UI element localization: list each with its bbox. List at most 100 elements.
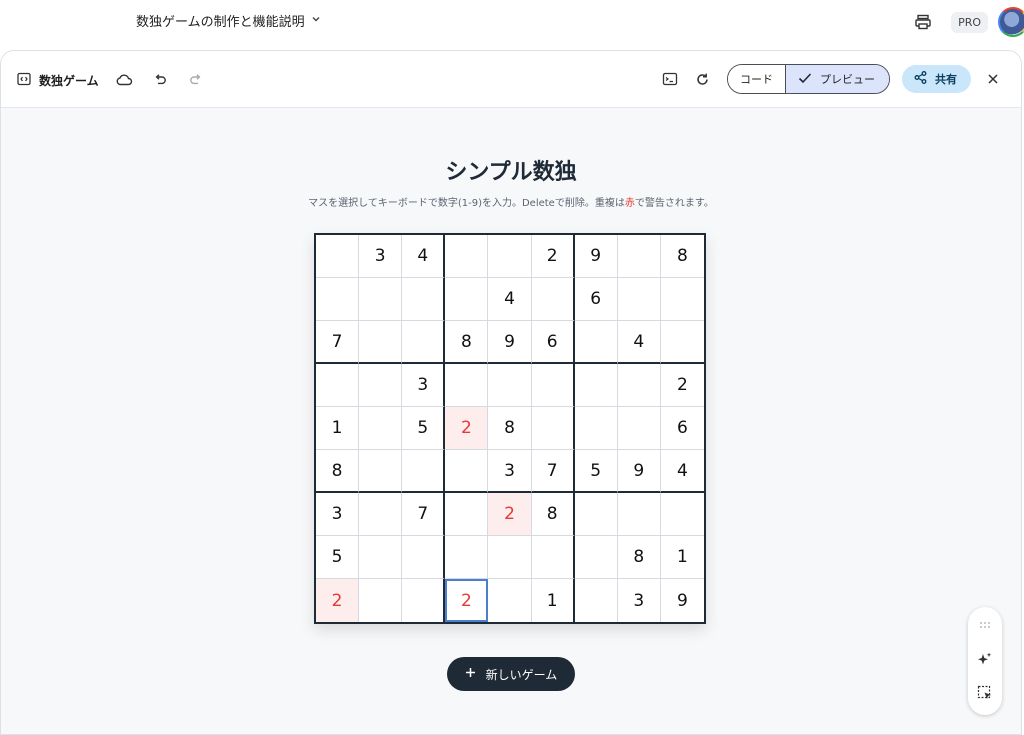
sudoku-cell[interactable]: 8 [660,235,704,278]
sudoku-cell[interactable]: 8 [445,321,489,364]
select-element-icon[interactable] [975,683,995,703]
new-game-label: 新しいゲーム [485,667,558,682]
new-game-button[interactable]: 新しいゲーム [447,657,575,691]
refresh-icon[interactable] [691,68,713,90]
sudoku-cell[interactable]: 9 [574,235,618,278]
sudoku-cell[interactable]: 7 [402,493,446,536]
sudoku-cell[interactable] [445,536,489,579]
sudoku-cell[interactable] [402,536,446,579]
sudoku-cell[interactable] [359,450,403,493]
sudoku-cell[interactable] [445,493,489,536]
sudoku-cell[interactable] [488,536,532,579]
sudoku-cell[interactable] [574,536,618,579]
sudoku-cell[interactable]: 2 [316,579,360,622]
sudoku-cell[interactable] [445,235,489,278]
sudoku-cell[interactable] [574,407,618,450]
sudoku-cell[interactable] [660,278,704,321]
share-button[interactable]: 共有 [902,65,971,93]
sudoku-cell[interactable]: 1 [316,407,360,450]
preview-tab[interactable]: プレビュー [786,65,889,93]
sudoku-cell[interactable] [575,579,618,622]
sudoku-cell[interactable] [617,407,661,450]
sudoku-cell[interactable] [445,450,489,493]
sudoku-cell[interactable] [531,278,575,321]
sudoku-cell[interactable] [531,407,575,450]
sudoku-cell[interactable]: 6 [574,278,618,321]
sudoku-cell[interactable] [617,278,661,321]
sudoku-cell[interactable]: 2 [445,407,489,450]
sudoku-cell[interactable]: 6 [531,321,575,364]
sudoku-cell[interactable]: 2 [445,579,489,622]
sudoku-cell[interactable]: 4 [488,278,532,321]
sudoku-cell[interactable]: 9 [488,321,532,364]
sudoku-cell[interactable]: 8 [531,493,575,536]
sudoku-cell[interactable]: 9 [661,579,704,622]
sudoku-cell[interactable] [316,278,360,321]
sudoku-cell[interactable] [359,579,403,622]
close-icon[interactable] [983,69,1003,89]
sudoku-cell[interactable] [574,364,618,407]
sudoku-cell[interactable]: 4 [660,450,704,493]
code-tab[interactable]: コード [728,65,786,93]
sudoku-cell[interactable] [574,321,618,364]
sudoku-cell[interactable] [574,493,618,536]
sudoku-cell[interactable]: 4 [617,321,661,364]
undo-icon[interactable] [149,69,171,91]
sudoku-cell[interactable] [359,536,403,579]
drag-handle-icon[interactable] [975,615,995,635]
sudoku-cell[interactable] [617,235,661,278]
sudoku-cell[interactable]: 3 [402,364,446,407]
sudoku-cell[interactable] [617,493,661,536]
sudoku-cell[interactable] [359,493,403,536]
print-icon[interactable] [911,10,935,34]
sudoku-cell[interactable] [359,407,403,450]
sudoku-cell[interactable] [531,364,575,407]
sudoku-cell[interactable] [402,278,446,321]
sudoku-cell[interactable] [316,364,360,407]
sudoku-cell[interactable] [617,364,661,407]
sudoku-cell[interactable]: 5 [574,450,618,493]
redo-icon[interactable] [185,69,207,91]
sudoku-cell[interactable] [402,579,446,622]
sudoku-cell[interactable]: 4 [402,235,446,278]
sudoku-cell[interactable]: 8 [488,407,532,450]
sudoku-cell[interactable]: 8 [316,450,360,493]
sudoku-cell[interactable]: 3 [618,579,661,622]
sudoku-cell[interactable]: 7 [531,450,575,493]
sudoku-cell[interactable] [316,235,360,278]
sparkle-icon[interactable] [975,649,995,669]
cloud-icon[interactable] [113,69,135,91]
sudoku-cell[interactable] [402,321,446,364]
sudoku-cell[interactable] [359,278,403,321]
sudoku-cell[interactable] [660,321,704,364]
sudoku-cell[interactable] [359,321,403,364]
sudoku-cell[interactable] [402,450,446,493]
sudoku-cell[interactable]: 2 [660,364,704,407]
sudoku-cell[interactable]: 1 [660,536,704,579]
sudoku-cell[interactable] [488,579,532,622]
sudoku-cell[interactable] [359,364,403,407]
top-bar: 数独ゲームの制作と機能説明 PRO [0,0,1024,44]
sudoku-cell[interactable] [531,536,575,579]
sudoku-cell[interactable]: 3 [488,450,532,493]
sudoku-cell[interactable] [660,493,704,536]
sudoku-cell[interactable] [488,364,532,407]
sudoku-cell[interactable]: 8 [617,536,661,579]
sudoku-cell[interactable]: 2 [488,493,532,536]
chat-title-dropdown[interactable]: 数独ゲームの制作と機能説明 [136,11,321,30]
sudoku-cell[interactable]: 3 [359,235,403,278]
sudoku-cell[interactable]: 5 [402,407,446,450]
sudoku-cell[interactable] [445,364,489,407]
sudoku-cell[interactable]: 3 [316,493,360,536]
sudoku-cell[interactable]: 6 [660,407,704,450]
avatar[interactable] [998,7,1024,37]
sudoku-cell[interactable]: 5 [316,536,360,579]
chevron-down-icon [311,14,321,27]
sudoku-cell[interactable]: 1 [532,579,575,622]
sudoku-cell[interactable]: 7 [316,321,360,364]
sudoku-cell[interactable] [488,235,532,278]
terminal-icon[interactable] [659,68,681,90]
sudoku-cell[interactable] [445,278,489,321]
sudoku-cell[interactable]: 2 [531,235,575,278]
sudoku-cell[interactable]: 9 [617,450,661,493]
